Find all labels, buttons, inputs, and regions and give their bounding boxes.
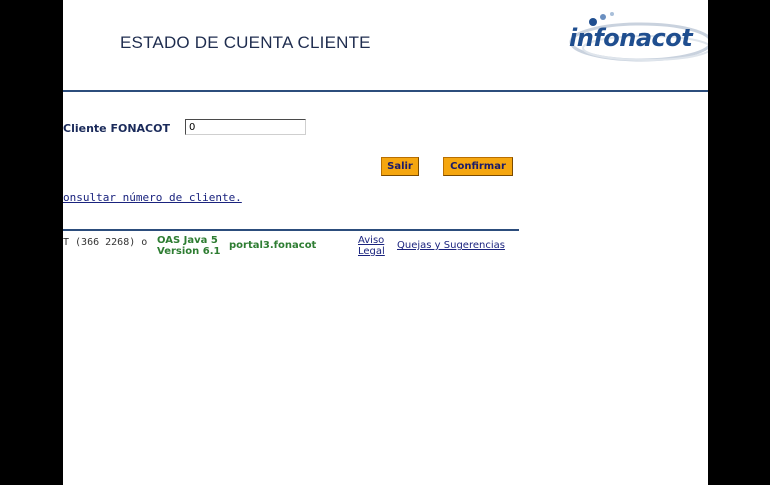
aviso-line-1: Aviso bbox=[358, 235, 385, 246]
consult-client-number-link[interactable]: onsultar número de cliente. bbox=[63, 191, 242, 204]
logo-text: infonacot bbox=[569, 24, 693, 52]
header-divider bbox=[63, 90, 708, 92]
oas-line-1: OAS Java 5 bbox=[157, 235, 218, 246]
quejas-sugerencias-link[interactable]: Quejas y Sugerencias bbox=[397, 240, 505, 251]
footer-divider bbox=[63, 229, 519, 231]
client-number-input[interactable] bbox=[185, 119, 306, 135]
salir-button[interactable]: Salir bbox=[381, 157, 419, 176]
oas-version-text: OAS Java 5 Version 6.1 bbox=[157, 235, 220, 257]
aviso-line-2: Legal bbox=[358, 246, 385, 257]
server-name-text: portal3.fonacot bbox=[229, 240, 317, 251]
aviso-legal-link[interactable]: Aviso Legal bbox=[358, 235, 385, 257]
page-title: ESTADO DE CUENTA CLIENTE bbox=[120, 33, 371, 52]
page-viewport: ESTADO DE CUENTA CLIENTE infonacot Clien… bbox=[63, 0, 708, 485]
infonacot-logo: infonacot bbox=[563, 10, 708, 68]
client-number-label: Cliente FONACOT bbox=[63, 122, 170, 135]
confirmar-button[interactable]: Confirmar bbox=[443, 157, 513, 176]
phone-number-text: T (366 2268) o bbox=[63, 237, 148, 248]
oas-line-2: Version 6.1 bbox=[157, 246, 221, 257]
